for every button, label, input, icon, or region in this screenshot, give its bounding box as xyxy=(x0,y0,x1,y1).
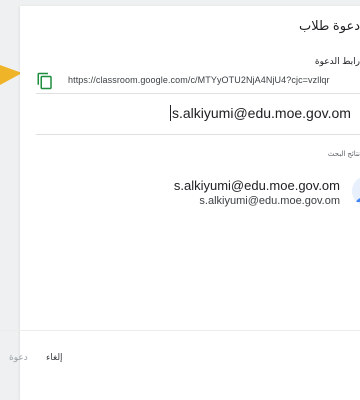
search-results-label: نتائج البحث xyxy=(327,151,360,158)
invite-students-dialog: دعوة طلاب رابط الدعوة https://classroom.… xyxy=(20,6,360,400)
email-search-input[interactable]: s.alkiyumi@edu.moe.gov.om xyxy=(170,93,360,133)
result-email: s.alkiyumi@edu.moe.gov.om xyxy=(199,195,340,207)
text-caret xyxy=(170,105,171,121)
result-name: s.alkiyumi@edu.moe.gov.om xyxy=(173,178,340,193)
default-avatar-icon xyxy=(352,177,360,205)
dialog-title: دعوة طلاب xyxy=(298,18,360,33)
search-result-item[interactable]: s.alkiyumi@edu.moe.gov.om s.alkiyumi@edu… xyxy=(20,166,360,216)
screen: دعوة طلاب رابط الدعوة https://classroom.… xyxy=(0,0,360,400)
avatar xyxy=(352,176,360,206)
copy-link-button[interactable] xyxy=(36,72,54,90)
footer-divider xyxy=(0,330,360,331)
email-input-value: s.alkiyumi@edu.moe.gov.om xyxy=(172,105,351,121)
invite-link-url[interactable]: https://classroom.google.com/c/MTYyOTU2N… xyxy=(68,75,360,85)
copy-icon xyxy=(37,72,52,90)
divider xyxy=(36,134,360,135)
cancel-button[interactable]: إلغاء xyxy=(46,352,63,363)
invite-button[interactable]: دعوة xyxy=(9,352,28,363)
invite-link-label: رابط الدعوة xyxy=(314,56,360,66)
